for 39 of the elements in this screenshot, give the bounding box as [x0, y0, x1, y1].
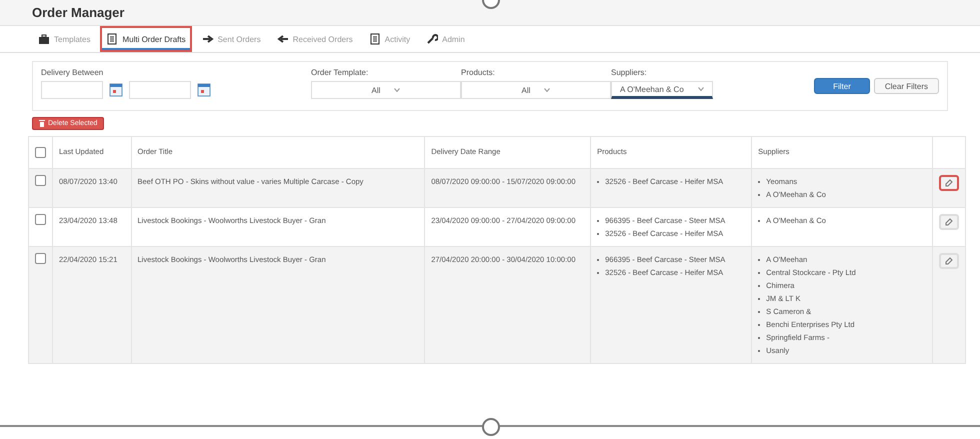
field-label: Suppliers:	[611, 68, 648, 77]
caret-icon	[544, 88, 550, 92]
template-select[interactable]: All	[311, 81, 461, 99]
caret-icon	[394, 88, 400, 92]
calendar-icon[interactable]	[109, 83, 123, 97]
arrow-right-icon	[202, 33, 214, 45]
list-icon	[106, 33, 118, 45]
nav-tab[interactable]: Received Orders	[270, 26, 359, 52]
nav-tab[interactable]: Multi Order Drafts	[100, 26, 192, 52]
suppliers-select[interactable]: A O'Meehan & Co	[611, 81, 713, 99]
edit-button[interactable]	[939, 175, 959, 191]
checkbox[interactable]	[35, 175, 46, 186]
clear-button[interactable]: Clear Filters	[874, 78, 939, 94]
edit-icon	[945, 179, 953, 187]
page-title: Order Manager	[32, 5, 124, 20]
date-field[interactable]	[41, 81, 103, 99]
checkbox[interactable]	[35, 147, 46, 158]
checkbox[interactable]	[35, 253, 46, 264]
field-label: Products:	[461, 68, 496, 77]
trash-icon	[39, 120, 45, 127]
field-label: Delivery Between	[41, 68, 104, 77]
briefcase-icon	[38, 33, 50, 45]
caret-icon	[698, 87, 704, 91]
edit-icon	[945, 257, 953, 265]
calendar-icon[interactable]	[197, 83, 211, 97]
date-field[interactable]	[129, 81, 191, 99]
nav-tab[interactable]: Activity	[362, 26, 416, 52]
edit-icon	[945, 218, 953, 226]
nav-tab[interactable]: Templates	[32, 26, 96, 52]
nav-tab[interactable]: Admin	[420, 26, 471, 52]
wrench-icon	[426, 33, 438, 45]
arrow-left-icon	[276, 33, 289, 45]
checkbox[interactable]	[35, 214, 46, 225]
filter-button[interactable]: Filter	[814, 78, 870, 94]
list-icon	[368, 33, 381, 45]
field-label: Order Template:	[311, 68, 370, 77]
nav-tab[interactable]: Sent Orders	[196, 26, 267, 52]
slider-handle[interactable]	[482, 418, 500, 436]
products-select[interactable]: All	[461, 81, 611, 99]
